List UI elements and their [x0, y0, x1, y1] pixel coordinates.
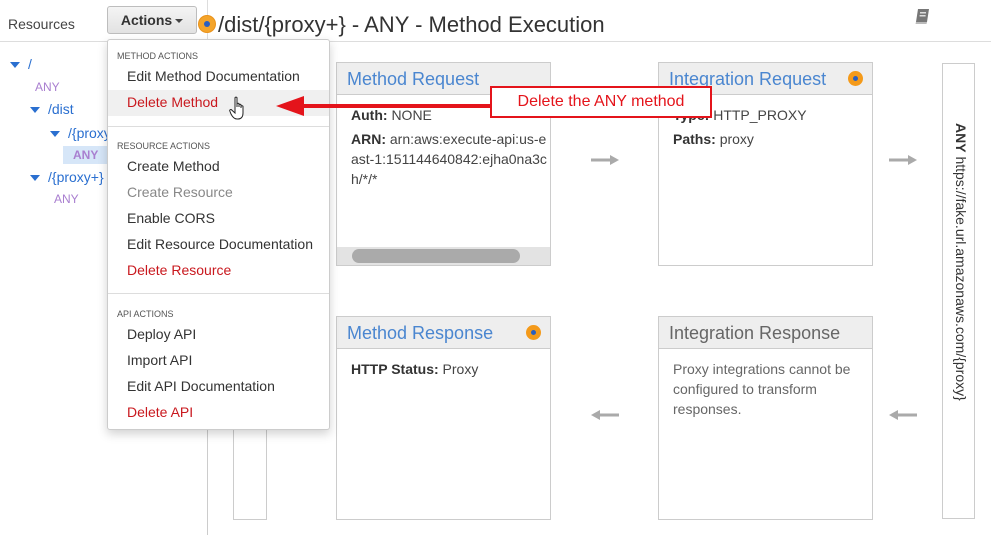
endpoint-label: ANY https://fake.url.amazonaws.com/{prox… — [953, 123, 969, 401]
tree-node-proxy[interactable]: /{proxy+} — [30, 169, 104, 185]
arrow-right-icon — [591, 155, 619, 165]
tree-method-proxy-any[interactable]: ANY — [54, 192, 79, 206]
menu-edit-method-documentation[interactable]: Edit Method Documentation — [108, 64, 329, 90]
expand-triangle-icon[interactable] — [10, 62, 20, 69]
client-column-line — [207, 430, 208, 535]
method-response-box[interactable]: Method Response HTTP Status: Proxy — [336, 316, 551, 520]
menu-import-api[interactable]: Import API — [108, 348, 329, 374]
annotation-arrow-line — [300, 104, 492, 108]
tree-node-root[interactable]: / — [10, 56, 32, 72]
expand-triangle-icon[interactable] — [30, 107, 40, 114]
endpoint-method: ANY — [953, 123, 969, 153]
caret-down-icon — [175, 19, 184, 24]
menu-delete-resource[interactable]: Delete Resource — [108, 258, 329, 284]
scrollbar-thumb[interactable] — [352, 249, 520, 263]
tree-method-dist-proxy-any[interactable]: ANY — [63, 146, 111, 164]
status-dot-icon — [848, 71, 863, 86]
integration-response-title: Integration Response — [659, 317, 872, 349]
menu-delete-api[interactable]: Delete API — [108, 400, 329, 426]
menu-enable-cors[interactable]: Enable CORS — [108, 206, 329, 232]
client-box — [233, 430, 267, 520]
menu-create-resource[interactable]: Create Resource — [108, 180, 329, 206]
hand-cursor-icon — [229, 96, 244, 120]
integration-response-box: Integration Response Proxy integrations … — [658, 316, 873, 520]
status-dot-icon — [526, 325, 541, 340]
tree-method-root-any[interactable]: ANY — [35, 80, 60, 94]
arrow-left-icon — [591, 410, 619, 420]
paths-row: Paths: proxy — [673, 131, 754, 147]
menu-divider — [108, 126, 329, 127]
resources-label: Resources — [8, 16, 75, 32]
arrow-left-icon — [889, 410, 917, 420]
method-response-title[interactable]: Method Response — [347, 323, 493, 343]
expand-triangle-icon[interactable] — [50, 131, 60, 138]
arn-row: ARN: arn:aws:execute-api:us-east-1:15114… — [351, 131, 547, 187]
menu-divider — [108, 293, 329, 294]
http-status-row: HTTP Status: Proxy — [351, 361, 479, 377]
endpoint-text-wrap: ANY https://fake.url.amazonaws.com/{prox… — [942, 63, 975, 519]
annotation-callout: Delete the ANY method — [490, 86, 712, 118]
menu-edit-resource-documentation[interactable]: Edit Resource Documentation — [108, 232, 329, 258]
expand-triangle-icon[interactable] — [30, 175, 40, 182]
api-actions-heading: API ACTIONS — [117, 309, 174, 319]
status-dot-icon — [199, 16, 215, 32]
method-actions-heading: METHOD ACTIONS — [117, 51, 199, 61]
endpoint-url: https://fake.url.amazonaws.com/{proxy} — [953, 156, 969, 401]
book-icon[interactable] — [914, 7, 932, 25]
arrow-right-icon — [889, 155, 917, 165]
menu-create-method[interactable]: Create Method — [108, 154, 329, 180]
tree-node-dist[interactable]: /dist — [30, 101, 74, 117]
horizontal-scrollbar[interactable] — [337, 247, 550, 265]
method-response-header[interactable]: Method Response — [337, 317, 550, 349]
resource-actions-heading: RESOURCE ACTIONS — [117, 141, 211, 151]
actions-label: Actions — [120, 12, 173, 28]
menu-deploy-api[interactable]: Deploy API — [108, 322, 329, 348]
page-title: /dist/{proxy+} - ANY - Method Execution — [218, 12, 605, 37]
menu-edit-api-documentation[interactable]: Edit API Documentation — [108, 374, 329, 400]
integration-response-message: Proxy integrations cannot be configured … — [673, 361, 851, 417]
actions-button[interactable]: Actions — [107, 6, 197, 34]
